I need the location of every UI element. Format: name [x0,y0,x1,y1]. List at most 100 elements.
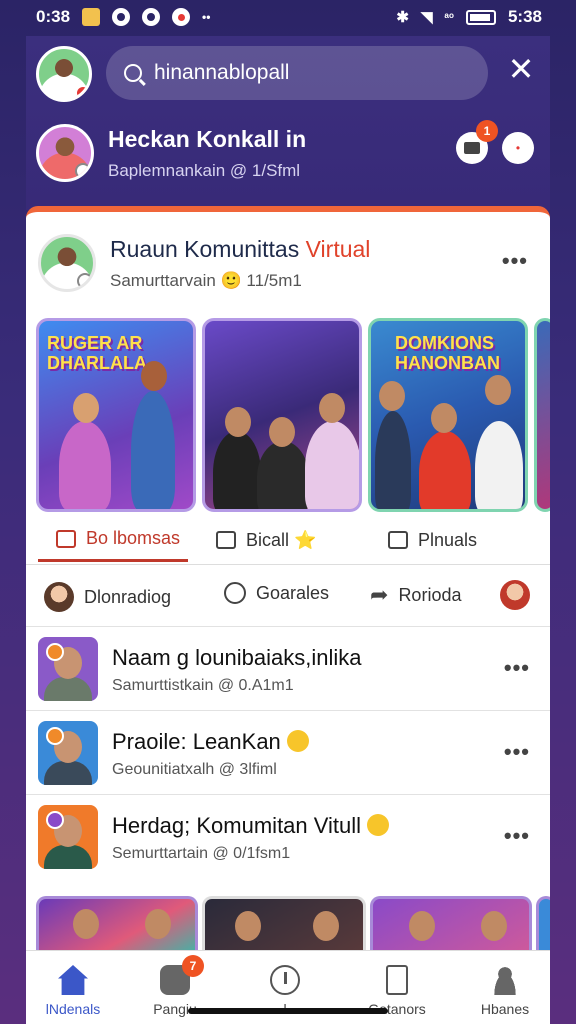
home-indicator[interactable] [188,1008,388,1014]
tab-bicall[interactable]: Bicall ⭐ [216,518,316,562]
wifi-icon: ◥ [420,9,433,26]
chat-icon: 7 [160,955,204,995]
thumb-body [44,761,92,785]
feed-thumbnail [38,805,98,869]
story-card[interactable] [534,318,550,512]
status-right: ✱ ◥ ᵃᵒ 5:38 [396,7,542,27]
feed-title-text: Praoile: LeanKan [112,729,281,754]
story-figure-head [73,393,99,423]
status-left: 0:38 •• [36,7,210,27]
home-icon [58,965,88,995]
post-more-icon[interactable]: ••• [502,248,528,274]
feed-more-icon[interactable]: ••• [504,739,530,765]
story-figure [131,391,175,509]
network-label: ᵃᵒ [444,10,454,24]
media-strip [36,896,550,951]
action-rorioda[interactable]: ➦ Rorioda [370,582,461,608]
profile-name: Heckan Konkall in [108,125,307,152]
story-figure-head [225,407,251,437]
post-header: Ruaun Komunittas Virtual Samurttarvain 🙂… [38,234,370,292]
media-thumbnail[interactable] [536,896,550,951]
sticker-face-icon [44,582,74,612]
post-text: Ruaun Komunittas Virtual Samurttarvain 🙂… [110,236,370,291]
feed-item[interactable]: Naam g lounibaiaks,inlika Samurttistkain… [26,626,550,710]
story-card[interactable]: DOMKIONS HANONBAN [368,318,528,512]
media-face [73,909,99,939]
profile-text: Heckan Konkall in Baplemnankain @ 1/Sfml [108,126,306,181]
search-input[interactable]: hinannablopall [106,46,488,100]
media-thumbnail[interactable] [36,896,198,951]
orange-badge-icon [46,727,64,745]
nav-label: Hbanes [480,1001,530,1017]
profile-badge-icon [75,163,91,179]
story-card[interactable]: RUGER AR DHARLALA [36,318,196,512]
tab-label: Plnuals [418,529,478,550]
share-icon: ➦ [370,582,389,607]
comment-icon [216,531,236,549]
close-icon[interactable]: ✕ [506,53,536,85]
tab-bo-lbomsas[interactable]: Bo lbomsas [38,518,188,562]
plus-circle-icon [270,965,300,995]
tab-row: Bo lbomsas Bicall ⭐ Plnuals [26,518,550,562]
more-button[interactable]: • [502,132,534,164]
feed-more-icon[interactable]: ••• [504,823,530,849]
smile-emoji-icon [367,814,390,836]
battery-icon [465,9,496,25]
sticker-face-icon[interactable] [500,580,530,610]
inbox-button[interactable]: 1 [456,120,498,164]
story-strip: RUGER AR DHARLALA DOMKIONS HANONBAN [36,318,550,512]
story-figure-head [431,403,457,433]
person-icon [490,965,520,995]
action-label: Dlonradiog [84,586,172,607]
status-time-right: 5:38 [507,7,542,26]
post-subtitle: Samurttarvain 🙂 11/5m1 [110,270,302,290]
purple-badge-icon [46,811,64,829]
story-figure [59,421,111,509]
media-face [409,911,435,941]
tab-label: Bicall ⭐ [246,529,317,550]
profile-avatar[interactable] [36,124,94,182]
user-avatar[interactable] [36,46,92,102]
story-title: RUGER AR DHARLALA [47,333,147,373]
feed-item[interactable]: Praoile: LeanKan Geounitiatxalh @ 3lfiml… [26,710,550,794]
tab-plnuals[interactable]: Plnuals [388,518,477,562]
post-author-avatar[interactable] [38,234,96,292]
profile-subtitle: Baplemnankain @ 1/Sfml [108,160,301,180]
feed-item[interactable]: Herdag; Komumitan Vitull Semurttartain @… [26,794,550,878]
story-title: DOMKIONS HANONBAN [395,333,500,373]
search-icon [124,64,142,82]
nav-badge: 7 [182,955,204,977]
media-thumbnail[interactable] [370,896,532,951]
story-figure [475,421,523,509]
feed-more-icon[interactable]: ••• [504,655,530,681]
story-figure-head [485,375,511,405]
thumb-body [44,845,92,869]
thumbs-up-icon [56,529,76,548]
nav-label: lNdenals [45,1001,101,1017]
action-dlonradiog[interactable]: Dlonradiog [44,582,171,612]
post-title-main: Ruaun Komunittas [110,235,300,262]
story-figure-head [269,417,295,447]
nav-item-profile[interactable]: Hbanes [460,951,550,1024]
action-goarales[interactable]: Goarales [224,582,329,604]
feed-subtitle: Geounitiatxalh @ 3lfiml [112,761,277,778]
heart-icon: • [515,141,521,155]
story-figure-head [379,381,405,411]
story-card[interactable] [202,318,362,512]
story-figure [375,411,411,509]
post-title: Ruaun Komunittas Virtual [110,236,370,263]
media-thumbnail[interactable] [202,896,366,951]
avatar-badge-icon [75,85,89,99]
profile-row[interactable]: Heckan Konkall in Baplemnankain @ 1/Sfml [36,124,306,182]
nav-item-home[interactable]: lNdenals [28,951,118,1024]
inbox-icon [464,142,480,154]
app-header: hinannablopall ✕ Heckan Konkall in Baple… [26,36,550,210]
bookmark-icon [386,965,408,995]
feed-subtitle: Samurttistkain @ 0.A1m1 [112,677,294,694]
story-figure [257,441,309,509]
media-face [145,909,171,939]
action-label: Rorioda [398,584,462,605]
feed-title: Herdag; Komumitan Vitull [112,813,390,839]
story-figure [213,431,261,509]
notification-app-icon [82,8,101,26]
